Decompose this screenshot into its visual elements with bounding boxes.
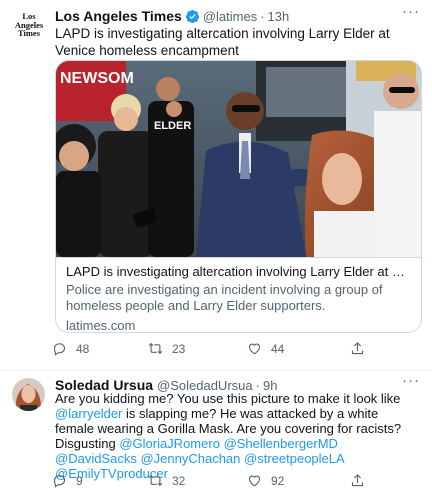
like-count: 92 xyxy=(271,473,285,488)
more-icon[interactable]: ··· xyxy=(402,3,420,20)
reply-count: 9 xyxy=(76,473,83,488)
tweet-latimes[interactable]: Los Angeles Times Los Angeles Times @lat… xyxy=(0,0,432,370)
more-icon[interactable]: ··· xyxy=(402,372,420,389)
author-handle[interactable]: @latimes xyxy=(203,9,257,24)
mention-larryelder[interactable]: @larryelder xyxy=(55,406,122,421)
card-domain: latimes.com xyxy=(66,318,136,333)
mention-shellenbergermd[interactable]: @ShellenbergerMD xyxy=(224,436,338,451)
author-name[interactable]: Los Angeles Times xyxy=(55,8,182,24)
retweet-button[interactable]: 32 xyxy=(148,473,185,488)
avatar-image xyxy=(12,378,45,411)
retweet-count: 23 xyxy=(172,341,186,356)
like-button[interactable]: 92 xyxy=(247,473,284,488)
tweet-text: LAPD is investigating altercation involv… xyxy=(55,26,390,58)
retweet-icon xyxy=(148,343,163,354)
separator-dot: · xyxy=(260,8,265,24)
share-button[interactable] xyxy=(350,341,365,356)
shirt-text: ELDER xyxy=(154,120,191,132)
verified-badge-icon xyxy=(185,9,199,23)
logo-line-3: Times xyxy=(17,28,41,38)
share-icon xyxy=(351,474,364,487)
reply-button[interactable]: 9 xyxy=(52,473,83,488)
retweet-button[interactable]: 23 xyxy=(148,341,185,356)
reply-icon xyxy=(53,343,66,356)
share-button[interactable] xyxy=(350,473,365,488)
tweet-timestamp[interactable]: 13h xyxy=(268,9,290,24)
reply-button[interactable]: 48 xyxy=(52,341,89,356)
tweet2-text: Are you kidding me? You use this picture… xyxy=(55,391,420,481)
mention-gloriajromero[interactable]: @GloriaJRomero xyxy=(119,436,220,451)
share-icon xyxy=(351,342,364,355)
soledad-avatar[interactable] xyxy=(12,378,45,411)
mention-streetpeoplela[interactable]: @streetpeopleLA xyxy=(244,451,344,466)
tweet-header: Los Angeles Times @latimes · 13h xyxy=(55,7,289,25)
card-title: LAPD is investigating altercation involv… xyxy=(66,264,411,279)
retweet-count: 32 xyxy=(172,473,186,488)
reply-icon xyxy=(53,475,66,488)
mention-davidsacks[interactable]: @DavidSacks xyxy=(55,451,137,466)
sign-text: NEWSOM xyxy=(60,70,134,87)
card-description: Police are investigating an incident inv… xyxy=(66,282,383,313)
reply-count: 48 xyxy=(76,341,90,356)
latimes-logo-avatar[interactable]: Los Angeles Times xyxy=(14,12,44,42)
text-segment: Are you kidding me? You use this picture… xyxy=(55,391,401,406)
like-button[interactable]: 44 xyxy=(247,341,284,356)
card-body[interactable]: LAPD is investigating altercation involv… xyxy=(56,257,421,333)
retweet-icon xyxy=(148,475,163,486)
news-photo: NEWSOM ELDER xyxy=(56,61,421,257)
like-icon xyxy=(248,343,261,355)
mention-jennychachan[interactable]: @JennyChachan xyxy=(140,451,240,466)
like-count: 44 xyxy=(271,341,285,356)
link-card[interactable]: NEWSOM ELDER LAPD is investigating alter… xyxy=(55,60,422,333)
like-icon xyxy=(248,475,261,487)
